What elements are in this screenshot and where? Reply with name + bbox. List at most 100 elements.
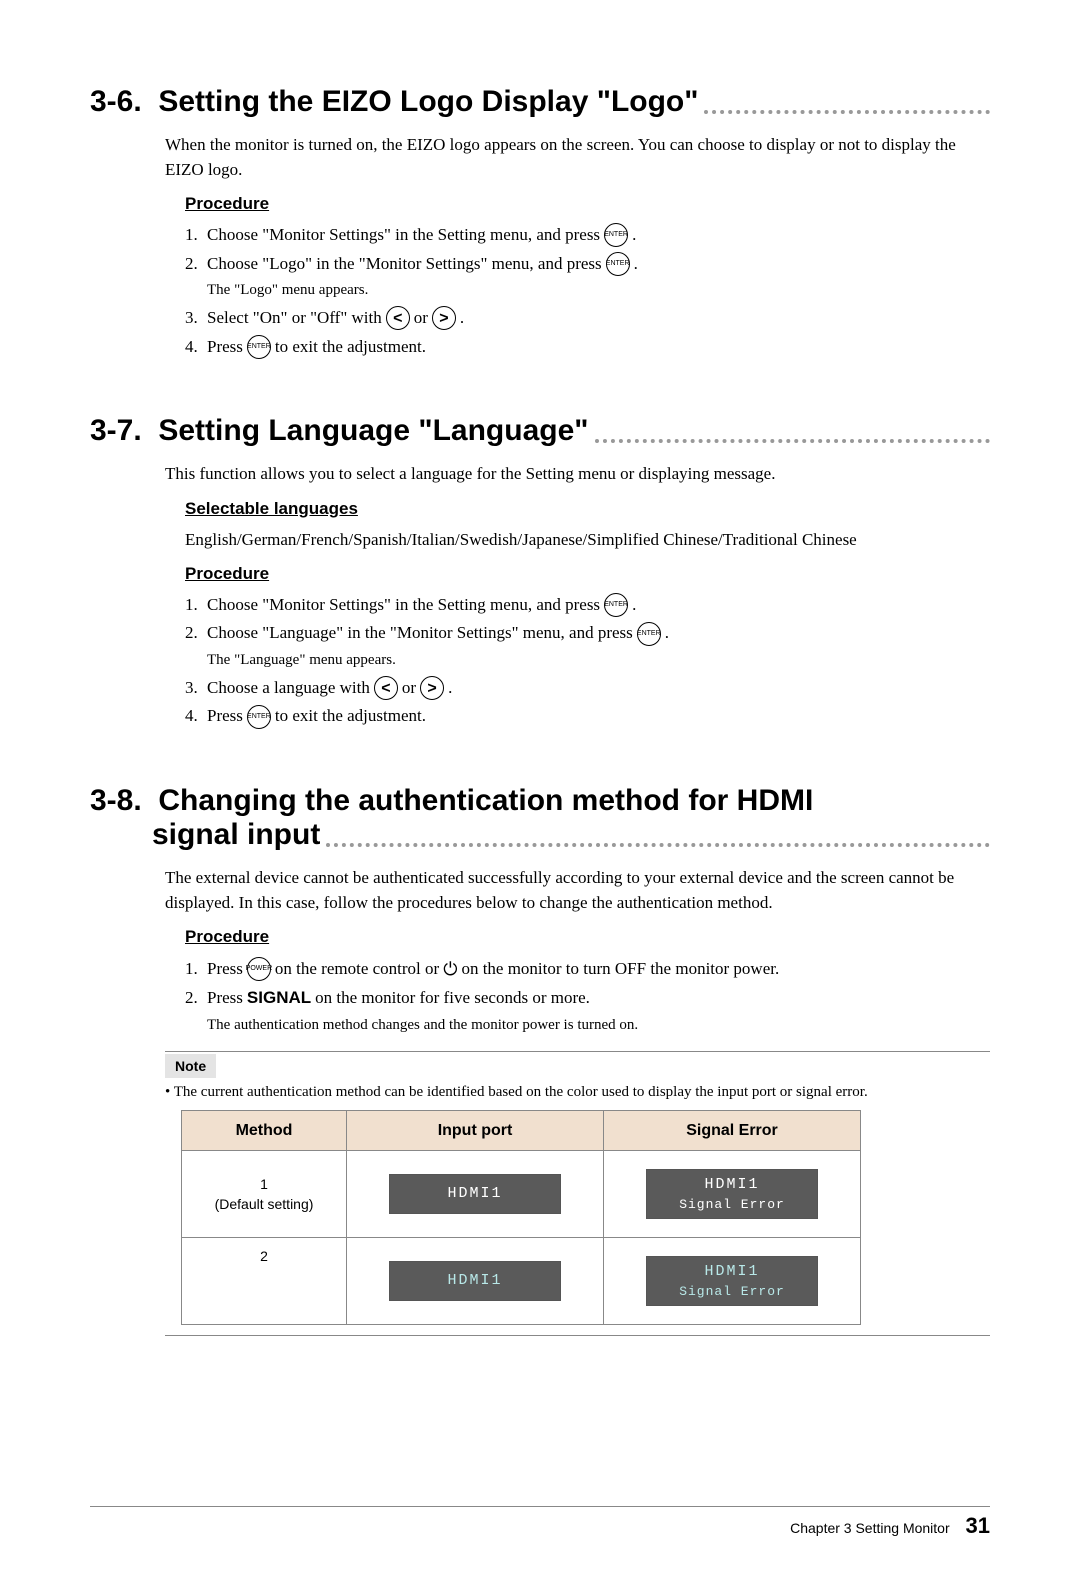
note-box: Note • The current authentication method… xyxy=(165,1051,990,1337)
cell-method-2: 2 xyxy=(182,1238,347,1325)
method-default: (Default setting) xyxy=(188,1194,340,1214)
note-bullet: • The current authentication method can … xyxy=(165,1082,990,1104)
step-number: 2. xyxy=(185,621,207,646)
table-row: 2 HDMI1 HDMI1 Signal Error xyxy=(182,1238,861,1325)
power-symbol-icon: ⏻ xyxy=(443,956,457,982)
page-footer: Chapter 3 Setting Monitor 31 xyxy=(90,1506,990,1539)
step-1: 1. Choose "Monitor Settings" in the Sett… xyxy=(185,593,990,618)
step-text-tail: on the monitor for five seconds or more. xyxy=(315,986,590,1011)
cell-method-1: 1 (Default setting) xyxy=(182,1151,347,1238)
enter-icon: ENTER xyxy=(247,705,271,729)
heading-3-8-row: 3-8. Changing the authentication method … xyxy=(90,784,990,852)
step-text: Press xyxy=(207,704,243,729)
err-line2: Signal Error xyxy=(679,1196,785,1215)
heading-3-7: 3-7. Setting Language "Language" xyxy=(90,414,589,448)
port-line1: HDMI1 xyxy=(448,1270,503,1292)
step-1: 1. Press POWER on the remote control or … xyxy=(185,956,990,982)
step-text-tail: on the monitor to turn OFF the monitor p… xyxy=(461,957,779,982)
section-3-8-intro: The external device cannot be authentica… xyxy=(165,866,990,915)
left-icon: < xyxy=(386,306,410,330)
step-text-tail: to exit the adjustment. xyxy=(275,335,426,360)
step-text: Choose a language with xyxy=(207,676,370,701)
procedure-label-3-8: Procedure xyxy=(185,925,990,950)
heading-dots xyxy=(704,110,990,114)
power-text-icon: POWER xyxy=(247,957,271,981)
enter-icon: ENTER xyxy=(604,593,628,617)
port-line1: HDMI1 xyxy=(448,1183,503,1205)
err-line1: HDMI1 xyxy=(704,1261,759,1283)
heading-3-6-row: 3-6. Setting the EIZO Logo Display "Logo… xyxy=(90,85,990,119)
method-number: 2 xyxy=(188,1246,340,1266)
signal-error-badge: HDMI1 Signal Error xyxy=(646,1169,818,1219)
step-text: Press xyxy=(207,957,243,982)
right-icon: > xyxy=(420,676,444,700)
heading-3-8-line2: signal input xyxy=(90,818,320,852)
step-1: 1. Choose "Monitor Settings" in the Sett… xyxy=(185,223,990,248)
step-text: Choose "Monitor Settings" in the Setting… xyxy=(207,593,600,618)
auth-method-table: Method Input port Signal Error 1 (Defaul… xyxy=(181,1110,861,1325)
table-header-signalerror: Signal Error xyxy=(604,1110,861,1150)
step-number: 1. xyxy=(185,957,207,982)
step-4: 4. Press ENTER to exit the adjustment. xyxy=(185,704,990,729)
step-text-tail: . xyxy=(448,676,452,701)
right-icon: > xyxy=(432,306,456,330)
step-2: 2. Choose "Language" in the "Monitor Set… xyxy=(185,621,990,646)
step-text-tail: . xyxy=(460,306,464,331)
err-line1: HDMI1 xyxy=(704,1174,759,1196)
table-header-inputport: Input port xyxy=(347,1110,604,1150)
step-number: 4. xyxy=(185,704,207,729)
step-text: Choose "Logo" in the "Monitor Settings" … xyxy=(207,252,602,277)
footer-chapter: Chapter 3 Setting Monitor xyxy=(790,1520,950,1536)
step-number: 4. xyxy=(185,335,207,360)
heading-dots xyxy=(326,843,990,847)
selectable-languages-label: Selectable languages xyxy=(185,497,990,522)
step-text: Select "On" or "Off" with xyxy=(207,306,382,331)
step-2: 2. Press SIGNAL on the monitor for five … xyxy=(185,986,990,1011)
enter-icon: ENTER xyxy=(604,223,628,247)
enter-icon: ENTER xyxy=(637,622,661,646)
or-text: or xyxy=(402,676,416,701)
step-text-mid: on the remote control or xyxy=(275,957,439,982)
cell-port-1: HDMI1 xyxy=(347,1151,604,1238)
table-row: 1 (Default setting) HDMI1 HDMI1 Signal E… xyxy=(182,1151,861,1238)
err-line2: Signal Error xyxy=(679,1283,785,1302)
step-number: 2. xyxy=(185,986,207,1011)
note-title: Note xyxy=(165,1054,216,1078)
step-number: 3. xyxy=(185,306,207,331)
heading-dots xyxy=(595,439,990,443)
procedure-list-3-8: 1. Press POWER on the remote control or … xyxy=(185,956,990,1036)
step-text: Press xyxy=(207,335,243,360)
signal-error-badge: HDMI1 Signal Error xyxy=(646,1256,818,1306)
procedure-label-3-7: Procedure xyxy=(185,562,990,587)
section-3-7-intro: This function allows you to select a lan… xyxy=(165,462,990,487)
step-text: Choose "Language" in the "Monitor Settin… xyxy=(207,621,633,646)
cell-error-1: HDMI1 Signal Error xyxy=(604,1151,861,1238)
step-text: Choose "Monitor Settings" in the Setting… xyxy=(207,223,600,248)
language-menu-appears: The "Language" menu appears. xyxy=(207,650,990,672)
enter-icon: ENTER xyxy=(247,335,271,359)
step-3: 3. Choose a language with < or > . xyxy=(185,676,990,701)
heading-3-6: 3-6. Setting the EIZO Logo Display "Logo… xyxy=(90,85,698,119)
procedure-list-3-7: 1. Choose "Monitor Settings" in the Sett… xyxy=(185,593,990,729)
heading-3-7-row: 3-7. Setting Language "Language" xyxy=(90,414,990,448)
input-port-badge: HDMI1 xyxy=(389,1174,561,1214)
procedure-label-3-6: Procedure xyxy=(185,192,990,217)
step-text: Press xyxy=(207,986,243,1011)
or-text: or xyxy=(414,306,428,331)
selectable-languages-list: English/German/French/Spanish/Italian/Sw… xyxy=(185,528,990,553)
cell-error-2: HDMI1 Signal Error xyxy=(604,1238,861,1325)
section-3-8-body: The external device cannot be authentica… xyxy=(165,866,990,1336)
section-3-6-intro: When the monitor is turned on, the EIZO … xyxy=(165,133,990,182)
step-number: 1. xyxy=(185,593,207,618)
table-header-method: Method xyxy=(182,1110,347,1150)
section-3-7-body: This function allows you to select a lan… xyxy=(165,462,990,729)
input-port-badge: HDMI1 xyxy=(389,1261,561,1301)
step-number: 3. xyxy=(185,676,207,701)
method-number: 1 xyxy=(188,1174,340,1194)
section-3-6-body: When the monitor is turned on, the EIZO … xyxy=(165,133,990,359)
heading-3-8-line1: 3-8. Changing the authentication method … xyxy=(90,784,822,818)
auth-changes-note: The authentication method changes and th… xyxy=(207,1015,990,1037)
page-root: 3-6. Setting the EIZO Logo Display "Logo… xyxy=(0,0,1080,1589)
left-icon: < xyxy=(374,676,398,700)
step-text-tail: . xyxy=(634,252,638,277)
